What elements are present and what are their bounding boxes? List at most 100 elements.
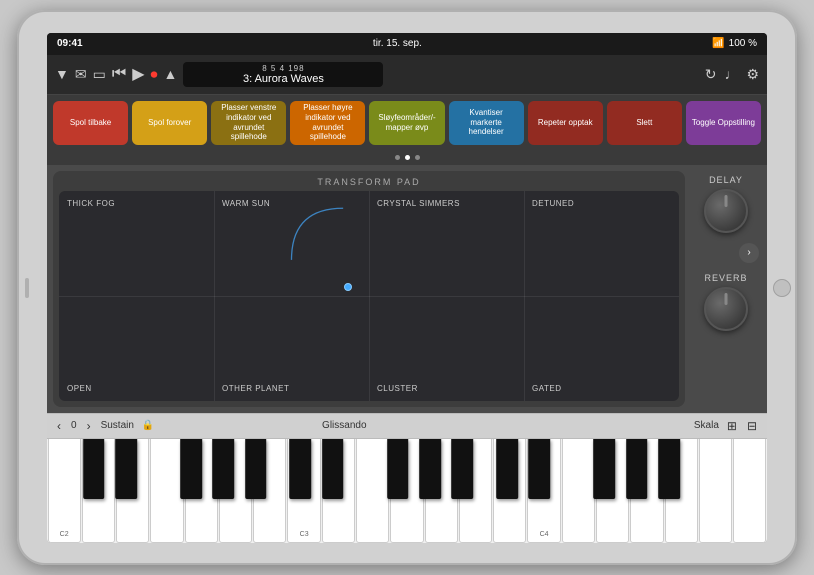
scale-label: Skala xyxy=(694,420,719,431)
record-button[interactable]: ⏺ xyxy=(151,66,158,83)
white-key-a4[interactable] xyxy=(699,439,732,543)
left-indicator-button[interactable]: Plasser venstre indikator ved avrundet s… xyxy=(211,101,286,145)
rewind-button[interactable]: ⏮ xyxy=(112,65,126,83)
pad-cell-detuned[interactable]: DETUNED xyxy=(524,191,679,296)
white-key-c4[interactable]: C4 xyxy=(527,439,560,543)
warm-sun-label: WARM SUN xyxy=(222,199,270,208)
track-name: 3: Aurora Waves xyxy=(193,73,373,85)
quantize-button[interactable]: Kvantiser markerte hendelser xyxy=(449,101,524,145)
page-dot-1[interactable] xyxy=(395,155,400,160)
chevron-up-icon[interactable]: ▲ xyxy=(164,66,178,82)
white-keys: C2 C3 C4 xyxy=(47,439,767,543)
spol-forover-button[interactable]: Spol forover xyxy=(132,101,207,145)
white-key-d4[interactable] xyxy=(562,439,595,543)
reverb-knob[interactable] xyxy=(704,287,748,331)
glissando-label: Glissando xyxy=(322,420,366,431)
piano-left-button[interactable]: ‹ xyxy=(55,419,63,433)
white-key-a3[interactable] xyxy=(459,439,492,543)
top-toolbar: ▼ ✉ ▭ ⏮ ▶ ⏺ ▲ 8 5 4 198 3: Aurora Waves … xyxy=(47,55,767,95)
right-indicator-button[interactable]: Plasser høyre indikator ved avrundet spi… xyxy=(290,101,365,145)
delete-button[interactable]: Slett xyxy=(607,101,682,145)
white-key-e2[interactable] xyxy=(116,439,149,543)
piano-octave: 0 xyxy=(71,420,77,431)
pad-cell-gated[interactable]: GATED xyxy=(524,296,679,401)
piano-controls: ‹ 0 › Sustain 🔒 Glissando Skala ⊞ ⊟ xyxy=(47,413,767,439)
page-dot-3[interactable] xyxy=(415,155,420,160)
loop-area-button[interactable]: Sløyfeområder/-mapper øvp xyxy=(369,101,444,145)
cluster-label: CLUSTER xyxy=(377,384,418,393)
page-dot-2[interactable] xyxy=(405,155,410,160)
open-label: OPEN xyxy=(67,384,92,393)
white-key-c2[interactable]: C2 xyxy=(48,439,81,543)
screen: 09:41 tir. 15. sep. 📶 100 % ▼ ✉ ▭ ⏮ ▶ ⏺ … xyxy=(47,33,767,543)
midi-icon[interactable]: ✉ xyxy=(75,66,87,83)
white-key-b2[interactable] xyxy=(253,439,286,543)
transform-pad-title: TRANSFORM PAD xyxy=(59,177,679,187)
status-right: 📶 100 % xyxy=(712,38,757,49)
white-key-d3[interactable] xyxy=(322,439,355,543)
expand-icon: › xyxy=(747,247,750,258)
repeat-button[interactable]: Repeter opptak xyxy=(528,101,603,145)
toggle-button[interactable]: Toggle Oppstilling xyxy=(686,101,761,145)
toolbar-left: ▼ ✉ ▭ xyxy=(55,66,106,83)
transport-controls: ⏮ ▶ ⏺ xyxy=(112,64,158,84)
piano-layout-icon[interactable]: ⊟ xyxy=(745,419,759,433)
gated-label: GATED xyxy=(532,384,561,393)
delay-knob[interactable] xyxy=(704,189,748,233)
white-key-c3[interactable]: C3 xyxy=(287,439,320,543)
battery-text: 100 % xyxy=(729,38,757,49)
browser-icon[interactable]: ▭ xyxy=(93,66,106,83)
pad-cell-crystal-simmers[interactable]: CRYSTAL SIMMERS xyxy=(369,191,524,296)
status-time: 09:41 xyxy=(57,38,83,49)
white-key-g3[interactable] xyxy=(425,439,458,543)
white-key-f3[interactable] xyxy=(390,439,423,543)
crystal-simmers-label: CRYSTAL SIMMERS xyxy=(377,199,460,208)
reverb-label: REVERB xyxy=(704,273,747,283)
piano-section: ‹ 0 › Sustain 🔒 Glissando Skala ⊞ ⊟ C2 xyxy=(47,413,767,543)
pad-cell-other-planet[interactable]: OTHER PLANET xyxy=(214,296,369,401)
knobs-panel: DELAY › REVERB xyxy=(691,171,761,407)
white-key-b3[interactable] xyxy=(493,439,526,543)
metronome-icon[interactable]: ♩ xyxy=(724,66,738,82)
pad-cell-warm-sun[interactable]: WARM SUN xyxy=(214,191,369,296)
toolbar-right: ↻ ♩ ⚙ xyxy=(705,66,759,83)
white-key-f4[interactable] xyxy=(630,439,663,543)
piano-keys[interactable]: C2 C3 C4 xyxy=(47,439,767,543)
other-planet-label: OTHER PLANET xyxy=(222,384,289,393)
transform-section: TRANSFORM PAD THICK FOG WARM SUN xyxy=(47,165,767,413)
ipad-frame: 09:41 tir. 15. sep. 📶 100 % ▼ ✉ ▭ ⏮ ▶ ⏺ … xyxy=(17,10,797,565)
white-key-b4[interactable] xyxy=(733,439,766,543)
track-counter: 8 5 4 198 xyxy=(193,64,373,73)
track-info: 8 5 4 198 3: Aurora Waves xyxy=(183,62,383,87)
white-key-f2[interactable] xyxy=(150,439,183,543)
play-button[interactable]: ▶ xyxy=(132,64,144,84)
pad-cell-cluster[interactable]: CLUSTER xyxy=(369,296,524,401)
detuned-label: DETUNED xyxy=(532,199,574,208)
white-key-g2[interactable] xyxy=(185,439,218,543)
status-bar: 09:41 tir. 15. sep. 📶 100 % xyxy=(47,33,767,55)
lock-icon[interactable]: 🔒 xyxy=(142,420,154,431)
delay-section: DELAY xyxy=(704,175,748,233)
home-button[interactable] xyxy=(773,279,791,297)
spol-tilbake-button[interactable]: Spol tilbake xyxy=(53,101,128,145)
status-date: tir. 15. sep. xyxy=(373,38,422,49)
pad-cell-thick-fog[interactable]: THICK FOG xyxy=(59,191,214,296)
white-key-e4[interactable] xyxy=(596,439,629,543)
white-key-g4[interactable] xyxy=(665,439,698,543)
settings-icon[interactable]: ⚙ xyxy=(746,66,759,83)
button-row: Spol tilbake Spol forover Plasser venstr… xyxy=(47,95,767,151)
transform-pad[interactable]: THICK FOG WARM SUN CRYSTAL SIMMERS DETUN… xyxy=(59,191,679,401)
transform-pad-container: TRANSFORM PAD THICK FOG WARM SUN xyxy=(53,171,685,407)
white-key-d2[interactable] xyxy=(82,439,115,543)
white-key-a2[interactable] xyxy=(219,439,252,543)
thick-fog-label: THICK FOG xyxy=(67,199,115,208)
white-key-e3[interactable] xyxy=(356,439,389,543)
loop-icon[interactable]: ↻ xyxy=(705,66,717,83)
delay-label: DELAY xyxy=(709,175,743,185)
piano-grid-icon[interactable]: ⊞ xyxy=(725,419,739,433)
piano-right-button[interactable]: › xyxy=(85,419,93,433)
pad-cell-open[interactable]: OPEN xyxy=(59,296,214,401)
expand-button[interactable]: › xyxy=(739,243,759,263)
dropdown-icon[interactable]: ▼ xyxy=(55,66,69,82)
pagination xyxy=(47,151,767,165)
